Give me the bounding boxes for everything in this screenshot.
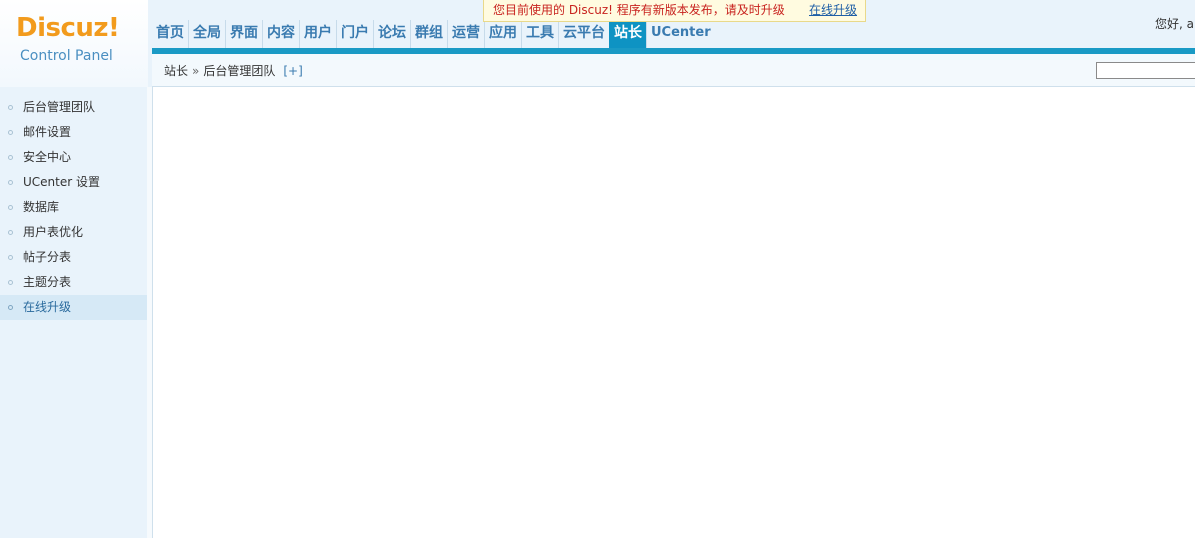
sidebar-item-label: 用户表优化 bbox=[23, 225, 84, 239]
sidebar: 后台管理团队 邮件设置 安全中心 UCenter 设置 数据库 用户表优化 帖子… bbox=[0, 87, 147, 538]
sidebar-item-admin-team[interactable]: 后台管理团队 bbox=[0, 95, 147, 120]
nav-interface[interactable]: 界面 bbox=[225, 20, 262, 48]
sidebar-item-mail-settings[interactable]: 邮件设置 bbox=[0, 120, 147, 145]
sidebar-item-label: 数据库 bbox=[23, 200, 60, 214]
nav-users[interactable]: 用户 bbox=[299, 20, 336, 48]
sidebar-item-thread-split[interactable]: 主题分表 bbox=[0, 270, 147, 295]
sidebar-item-label: 帖子分表 bbox=[23, 250, 72, 264]
sidebar-item-online-upgrade[interactable]: 在线升级 bbox=[0, 295, 147, 320]
search-input[interactable] bbox=[1096, 62, 1195, 79]
nav-admin[interactable]: 站长 bbox=[609, 20, 646, 48]
nav-home[interactable]: 首页 bbox=[152, 20, 188, 48]
upgrade-link[interactable]: 在线升级 bbox=[809, 0, 857, 20]
upgrade-notice-text: 您目前使用的 Discuz! 程序有新版本发布，请及时升级 bbox=[493, 3, 785, 17]
breadcrumb-section[interactable]: 站长 bbox=[164, 64, 188, 78]
logo-subtitle: Control Panel bbox=[20, 48, 113, 64]
bullet-icon bbox=[8, 180, 13, 185]
nav-apps[interactable]: 应用 bbox=[484, 20, 521, 48]
nav-forum[interactable]: 论坛 bbox=[373, 20, 410, 48]
bullet-icon bbox=[8, 205, 13, 210]
sidebar-item-label: 在线升级 bbox=[23, 300, 72, 314]
main-content bbox=[153, 87, 1195, 538]
bullet-icon bbox=[8, 305, 13, 310]
sidebar-item-label: 后台管理团队 bbox=[23, 100, 96, 114]
sidebar-item-post-split[interactable]: 帖子分表 bbox=[0, 245, 147, 270]
sidebar-item-database[interactable]: 数据库 bbox=[0, 195, 147, 220]
logo[interactable]: Discuz! Control Panel bbox=[0, 0, 148, 87]
breadcrumb-bar: 站长 » 后台管理团队 [+] bbox=[152, 54, 1195, 87]
sidebar-item-label: 安全中心 bbox=[23, 150, 72, 164]
nav-global[interactable]: 全局 bbox=[188, 20, 225, 48]
sidebar-item-label: 主题分表 bbox=[23, 275, 72, 289]
sidebar-item-ucenter-settings[interactable]: UCenter 设置 bbox=[0, 170, 147, 195]
sidebar-item-user-table-optimize[interactable]: 用户表优化 bbox=[0, 220, 147, 245]
user-greeting: 您好, a bbox=[1155, 17, 1194, 31]
breadcrumb: 站长 » 后台管理团队 [+] bbox=[164, 54, 303, 88]
nav-tools[interactable]: 工具 bbox=[521, 20, 558, 48]
bullet-icon bbox=[8, 255, 13, 260]
bullet-icon bbox=[8, 155, 13, 160]
bullet-icon bbox=[8, 280, 13, 285]
nav-ucenter[interactable]: UCenter bbox=[646, 20, 715, 48]
nav-content[interactable]: 内容 bbox=[262, 20, 299, 48]
nav-operations[interactable]: 运营 bbox=[447, 20, 484, 48]
top-nav: 首页 全局 界面 内容 用户 门户 论坛 群组 运营 应用 工具 云平台 站长 … bbox=[152, 20, 715, 48]
nav-cloud[interactable]: 云平台 bbox=[558, 20, 609, 48]
add-to-shortcuts-button[interactable]: [+] bbox=[283, 64, 302, 78]
sidebar-item-label: 邮件设置 bbox=[23, 125, 72, 139]
bullet-icon bbox=[8, 130, 13, 135]
bullet-icon bbox=[8, 230, 13, 235]
nav-portal[interactable]: 门户 bbox=[336, 20, 373, 48]
breadcrumb-page: 后台管理团队 bbox=[203, 64, 276, 78]
bullet-icon bbox=[8, 105, 13, 110]
sidebar-item-label: UCenter 设置 bbox=[23, 175, 100, 189]
sidebar-item-security-center[interactable]: 安全中心 bbox=[0, 145, 147, 170]
logo-brand: Discuz! bbox=[16, 13, 120, 43]
breadcrumb-separator: » bbox=[192, 64, 200, 78]
upgrade-notice: 您目前使用的 Discuz! 程序有新版本发布，请及时升级 在线升级 bbox=[483, 0, 866, 22]
sidebar-menu: 后台管理团队 邮件设置 安全中心 UCenter 设置 数据库 用户表优化 帖子… bbox=[0, 87, 147, 320]
nav-groups[interactable]: 群组 bbox=[410, 20, 447, 48]
